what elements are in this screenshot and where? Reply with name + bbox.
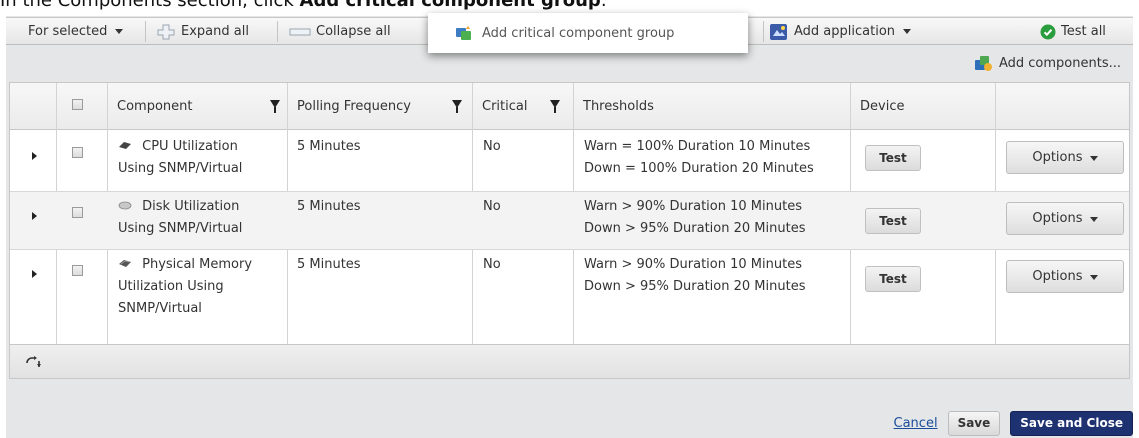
components-grid: Component Polling Frequency Critical Thr…	[9, 82, 1130, 379]
component-name-line2: Using SNMP/Virtual	[118, 161, 243, 176]
expand-plus-icon	[157, 24, 175, 39]
chevron-down-icon	[115, 29, 124, 34]
row-checkbox[interactable]	[72, 147, 83, 158]
test-all-label: Test all	[1061, 24, 1106, 39]
toolbar-divider	[277, 21, 278, 42]
chevron-down-icon	[1089, 275, 1098, 280]
component-name-line1: CPU Utilization	[142, 139, 238, 154]
polling-cell: 5 Minutes	[297, 257, 361, 272]
for-selected-dropdown[interactable]: For selected	[28, 18, 124, 45]
toolbar-divider	[763, 21, 764, 42]
chevron-down-icon	[1089, 156, 1098, 161]
row-checkbox[interactable]	[72, 265, 83, 276]
threshold-warn: Warn > 90% Duration 10 Minutes	[584, 257, 802, 272]
component-name-line1: Physical Memory	[142, 257, 253, 272]
row-checkbox[interactable]	[72, 207, 83, 218]
component-cell: Physical Memory Utilization Using SNMP/V…	[118, 254, 283, 320]
threshold-down: Down = 100% Duration 20 Minutes	[584, 161, 814, 176]
expand-all-button[interactable]: Expand all	[156, 18, 249, 45]
component-name-line2: Utilization Using	[118, 279, 224, 294]
critical-cell: No	[483, 257, 501, 272]
collapse-minus-icon	[289, 28, 311, 35]
memory-icon	[119, 260, 131, 267]
options-label: Options	[1032, 211, 1083, 226]
table-row: Physical Memory Utilization Using SNMP/V…	[10, 250, 1129, 345]
polling-cell: 5 Minutes	[297, 199, 361, 214]
thresholds-cell: Warn = 100% Duration 10 Minutes Down = 1…	[584, 136, 848, 180]
expand-row-arrow-icon[interactable]	[32, 152, 37, 160]
column-component-label: Component	[117, 99, 193, 114]
test-button[interactable]: Test	[865, 145, 921, 171]
test-all-button[interactable]: Test all	[1040, 18, 1106, 45]
add-critical-group-label: Add critical component group	[482, 25, 675, 41]
options-label: Options	[1032, 269, 1083, 284]
add-components-label: Add components...	[998, 55, 1121, 71]
add-critical-component-group-button[interactable]: Add critical component group	[428, 13, 748, 53]
polling-cell: 5 Minutes	[297, 139, 361, 154]
test-button[interactable]: Test	[865, 266, 921, 292]
checkmark-circle-icon	[1040, 24, 1056, 39]
select-all-checkbox[interactable]	[72, 99, 83, 110]
instruction-prefix: In the Components section, click	[0, 0, 300, 11]
expand-all-label: Expand all	[181, 24, 249, 39]
table-row: CPU Utilization Using SNMP/Virtual 5 Min…	[10, 130, 1129, 192]
component-name-line3: SNMP/Virtual	[118, 301, 202, 316]
column-device-label: Device	[860, 99, 905, 114]
grid-header: Component Polling Frequency Critical Thr…	[10, 83, 1129, 130]
thresholds-cell: Warn > 90% Duration 10 Minutes Down > 95…	[584, 196, 848, 240]
options-dropdown-button[interactable]: Options	[1006, 260, 1124, 293]
dialog-actions: Cancel Save Save and Close	[894, 410, 1133, 436]
add-components-button[interactable]: Add components...	[973, 52, 1121, 74]
cancel-link[interactable]: Cancel	[894, 416, 938, 431]
thresholds-cell: Warn > 90% Duration 10 Minutes Down > 95…	[584, 254, 848, 298]
disk-icon	[118, 201, 132, 210]
critical-cell: No	[483, 199, 501, 214]
instruction-suffix: .	[600, 0, 607, 11]
column-critical-label: Critical	[482, 99, 528, 114]
threshold-warn: Warn = 100% Duration 10 Minutes	[584, 139, 811, 154]
threshold-warn: Warn > 90% Duration 10 Minutes	[584, 199, 802, 214]
component-name-line2: Using SNMP/Virtual	[118, 221, 243, 236]
component-name-line1: Disk Utilization	[142, 199, 240, 214]
component-group-icon	[456, 26, 471, 40]
options-dropdown-button[interactable]: Options	[1006, 202, 1124, 235]
save-button[interactable]: Save	[947, 410, 1001, 436]
test-button[interactable]: Test	[865, 208, 921, 234]
component-cell: Disk Utilization Using SNMP/Virtual	[118, 196, 283, 240]
critical-cell: No	[483, 139, 501, 154]
expand-row-arrow-icon[interactable]	[32, 270, 37, 278]
grid-footer	[10, 344, 1129, 378]
for-selected-label: For selected	[28, 24, 108, 39]
collapse-all-button[interactable]: Collapse all	[289, 18, 391, 45]
instruction-text: In the Components section, click Add cri…	[0, 0, 1139, 11]
column-component[interactable]: Component	[108, 83, 288, 130]
collapse-all-label: Collapse all	[316, 24, 391, 39]
save-and-close-button[interactable]: Save and Close	[1010, 410, 1133, 436]
table-row: Disk Utilization Using SNMP/Virtual 5 Mi…	[10, 192, 1129, 250]
threshold-down: Down > 95% Duration 20 Minutes	[584, 221, 806, 236]
column-polling-frequency[interactable]: Polling Frequency	[288, 83, 473, 130]
filter-funnel-icon[interactable]	[452, 100, 462, 113]
options-dropdown-button[interactable]: Options	[1006, 141, 1124, 174]
chevron-down-icon	[903, 29, 912, 34]
column-thresholds-label: Thresholds	[583, 99, 654, 114]
component-cell: CPU Utilization Using SNMP/Virtual	[118, 136, 283, 180]
refresh-icon[interactable]	[25, 356, 41, 368]
threshold-down: Down > 95% Duration 20 Minutes	[584, 279, 806, 294]
instruction-bold: Add critical component group	[299, 0, 601, 11]
add-application-dropdown[interactable]: Add application	[769, 18, 912, 45]
cpu-icon	[119, 142, 131, 149]
column-thresholds[interactable]: Thresholds	[574, 83, 850, 130]
add-application-label: Add application	[794, 24, 896, 39]
options-label: Options	[1032, 150, 1083, 165]
add-components-icon	[974, 56, 992, 71]
application-icon	[770, 23, 787, 40]
filter-funnel-icon[interactable]	[270, 100, 280, 113]
filter-funnel-icon[interactable]	[550, 100, 560, 113]
column-polling-label: Polling Frequency	[297, 99, 411, 114]
toolbar-divider	[145, 21, 146, 42]
chevron-down-icon	[1089, 217, 1098, 222]
expand-row-arrow-icon[interactable]	[32, 212, 37, 220]
column-device[interactable]: Device	[851, 83, 995, 130]
